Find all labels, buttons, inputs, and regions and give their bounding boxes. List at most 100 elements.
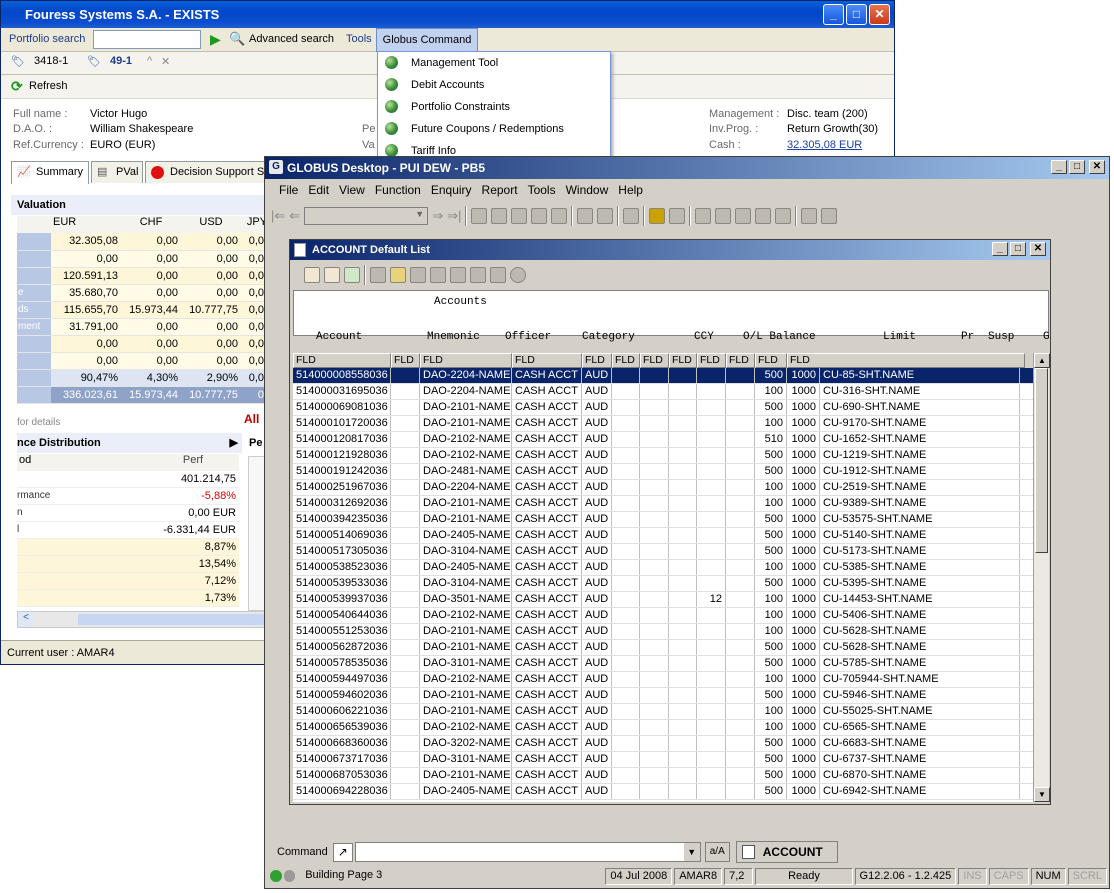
minimize-button[interactable]: _ (823, 4, 844, 25)
open-icon[interactable] (324, 267, 340, 283)
globus-command-menu[interactable]: Globus Command (376, 28, 478, 52)
table-row[interactable]: 514000514069036 DAO-2405-NAME CASH ACCT AUD… (293, 528, 1033, 544)
layout-icon-1[interactable] (695, 208, 712, 224)
table-row[interactable]: 514000562872036 DAO-2101-NAME CASH ACCT AUD… (293, 640, 1033, 656)
scroll-up-icon[interactable]: ▲ (1034, 353, 1050, 368)
globus-menu-item[interactable]: Future Coupons / Redemptions (378, 118, 610, 140)
table-row[interactable]: 514000578535036 DAO-3101-NAME CASH ACCT AUD… (293, 656, 1033, 672)
tab-decision-support[interactable]: Decision Support S (145, 161, 271, 183)
table-row[interactable]: 514000551253036 DAO-2101-NAME CASH ACCT AUD… (293, 624, 1033, 640)
tools-menu[interactable]: Tools (346, 33, 372, 45)
close-tab-icon[interactable]: ✕ (161, 55, 170, 68)
menu-function[interactable]: Function (375, 179, 421, 201)
grid-header-cell[interactable]: FLD (787, 353, 1025, 368)
table-row[interactable]: 514000538523036 DAO-2405-NAME CASH ACCT AUD… (293, 560, 1033, 576)
tree-icon[interactable] (669, 208, 686, 224)
search-icon[interactable]: 🔍 (229, 31, 245, 47)
edit-icon[interactable] (471, 208, 488, 224)
command-dropdown-icon[interactable]: ▼ (683, 843, 700, 861)
scroll-thumb[interactable] (78, 614, 264, 625)
print-icon[interactable] (551, 208, 568, 224)
layout-icon-5[interactable] (775, 208, 792, 224)
minimize-button[interactable]: _ (1051, 160, 1067, 174)
calculator-icon[interactable] (623, 208, 640, 224)
grid-header-cell[interactable]: FLD (726, 353, 755, 368)
table-row[interactable]: 514000694228036 DAO-2405-NAME CASH ACCT AUD… (293, 784, 1033, 800)
tools-icon[interactable] (801, 208, 818, 224)
advanced-search-link[interactable]: Advanced search (249, 33, 334, 45)
back-icon[interactable]: ⇐ (289, 208, 300, 224)
clock-icon[interactable] (510, 267, 526, 283)
layout-icon-2[interactable] (715, 208, 732, 224)
close-button[interactable]: ✕ (869, 4, 890, 25)
table-row[interactable]: 514000594602036 DAO-2101-NAME CASH ACCT AUD… (293, 688, 1033, 704)
account-grid[interactable]: 514000008558036 DAO-2204-NAME CASH ACCT AUD… (293, 368, 1033, 802)
close-button[interactable]: ✕ (1089, 160, 1105, 174)
menu-tools[interactable]: Tools (528, 179, 556, 201)
grid-header-cell[interactable]: FLD (612, 353, 640, 368)
last-icon[interactable]: ⇒| (447, 208, 461, 224)
table-row[interactable]: 514000312692036 DAO-2101-NAME CASH ACCT AUD… (293, 496, 1033, 512)
horizontal-scrollbar[interactable]: < (17, 611, 267, 628)
collapse-icon[interactable]: ^ (147, 55, 152, 67)
command-input[interactable]: ▼ (354, 842, 701, 862)
record-dropdown[interactable]: ▼ (304, 207, 429, 225)
table-row[interactable]: 514000120817036 DAO-2102-NAME CASH ACCT AUD… (293, 432, 1033, 448)
tab-summary[interactable]: 📈 Summary (11, 161, 89, 184)
menu-file[interactable]: File (279, 179, 298, 201)
maximize-button[interactable]: □ (1010, 242, 1026, 256)
all-link[interactable]: All (244, 412, 259, 426)
table-row[interactable]: 514000031695036 DAO-2204-NAME CASH ACCT AUD… (293, 384, 1033, 400)
table-row[interactable]: 514000687053036 DAO-2101-NAME CASH ACCT AUD… (293, 768, 1033, 784)
table-row[interactable]: 514000121928036 DAO-2102-NAME CASH ACCT AUD… (293, 448, 1033, 464)
table-row[interactable]: 514000668360036 DAO-3202-NAME CASH ACCT AUD… (293, 736, 1033, 752)
table-row[interactable]: 514000606221036 DAO-2101-NAME CASH ACCT AUD… (293, 704, 1033, 720)
maximize-button[interactable]: □ (846, 4, 867, 25)
paste-icon[interactable] (511, 208, 528, 224)
menu-help[interactable]: Help (618, 179, 643, 201)
menu-report[interactable]: Report (482, 179, 518, 201)
cash-link[interactable]: 32.305,08 EUR (787, 139, 862, 151)
refresh-button[interactable]: Refresh (29, 80, 68, 92)
table-row[interactable]: 514000191242036 DAO-2481-NAME CASH ACCT AUD… (293, 464, 1033, 480)
grid-icon[interactable] (470, 267, 486, 283)
window-title-bar[interactable]: Fouress Systems S.A. - EXISTS _ □ ✕ (1, 1, 894, 28)
globus-menu-item[interactable]: Management Tool (378, 52, 610, 74)
minimize-button[interactable]: _ (992, 242, 1008, 256)
binoculars-icon[interactable] (430, 267, 446, 283)
menu-view[interactable]: View (339, 179, 365, 201)
refresh-icon[interactable] (344, 267, 360, 283)
tab-3418-1[interactable]: 3418-1 (34, 55, 68, 67)
document-icon[interactable] (577, 208, 594, 224)
command-go-icon[interactable]: ↗ (332, 842, 353, 862)
grid-header-cell[interactable]: FLD (582, 353, 612, 368)
export-icon[interactable] (450, 267, 466, 283)
menu-window[interactable]: Window (566, 179, 609, 201)
table-row[interactable]: 514000517305036 DAO-3104-NAME CASH ACCT AUD… (293, 544, 1033, 560)
vertical-scrollbar[interactable]: ▲ ▼ (1033, 353, 1050, 802)
scroll-down-icon[interactable]: ▼ (1034, 787, 1050, 802)
table-row[interactable]: 514000394235036 DAO-2101-NAME CASH ACCT AUD… (293, 512, 1033, 528)
grid-header-cell[interactable]: FLD (293, 353, 391, 368)
scroll-left-icon[interactable]: < (18, 612, 34, 627)
print-icon[interactable] (410, 267, 426, 283)
table-row[interactable]: 514000656539036 DAO-2102-NAME CASH ACCT AUD… (293, 720, 1033, 736)
notes-icon[interactable] (821, 208, 838, 224)
table-row[interactable]: 514000594497036 DAO-2102-NAME CASH ACCT AUD… (293, 672, 1033, 688)
expand-arrow-icon[interactable]: ▶ (230, 433, 238, 453)
forward-icon[interactable]: ⇒ (432, 208, 443, 224)
grid-header-cell[interactable]: FLD (669, 353, 697, 368)
new-icon[interactable] (304, 267, 320, 283)
tab-pval[interactable]: ▤ PVal (91, 161, 143, 183)
table-row[interactable]: 514000673717036 DAO-3101-NAME CASH ACCT AUD… (293, 752, 1033, 768)
book-icon[interactable] (649, 208, 666, 224)
columns-icon[interactable] (490, 267, 506, 283)
table-row[interactable]: 514000539937036 DAO-3501-NAME CASH ACCT AUD… (293, 592, 1033, 608)
account-list-title-bar[interactable]: ACCOUNT Default List _ □ ✕ (290, 240, 1050, 260)
globus-menu-item[interactable]: Portfolio Constraints (378, 96, 610, 118)
hand-icon[interactable] (531, 208, 548, 224)
grid-header-cell[interactable]: FLD (420, 353, 512, 368)
properties-icon[interactable] (370, 267, 386, 283)
scroll-thumb[interactable] (1035, 368, 1048, 553)
tab-49-1[interactable]: 49-1 (110, 55, 132, 67)
